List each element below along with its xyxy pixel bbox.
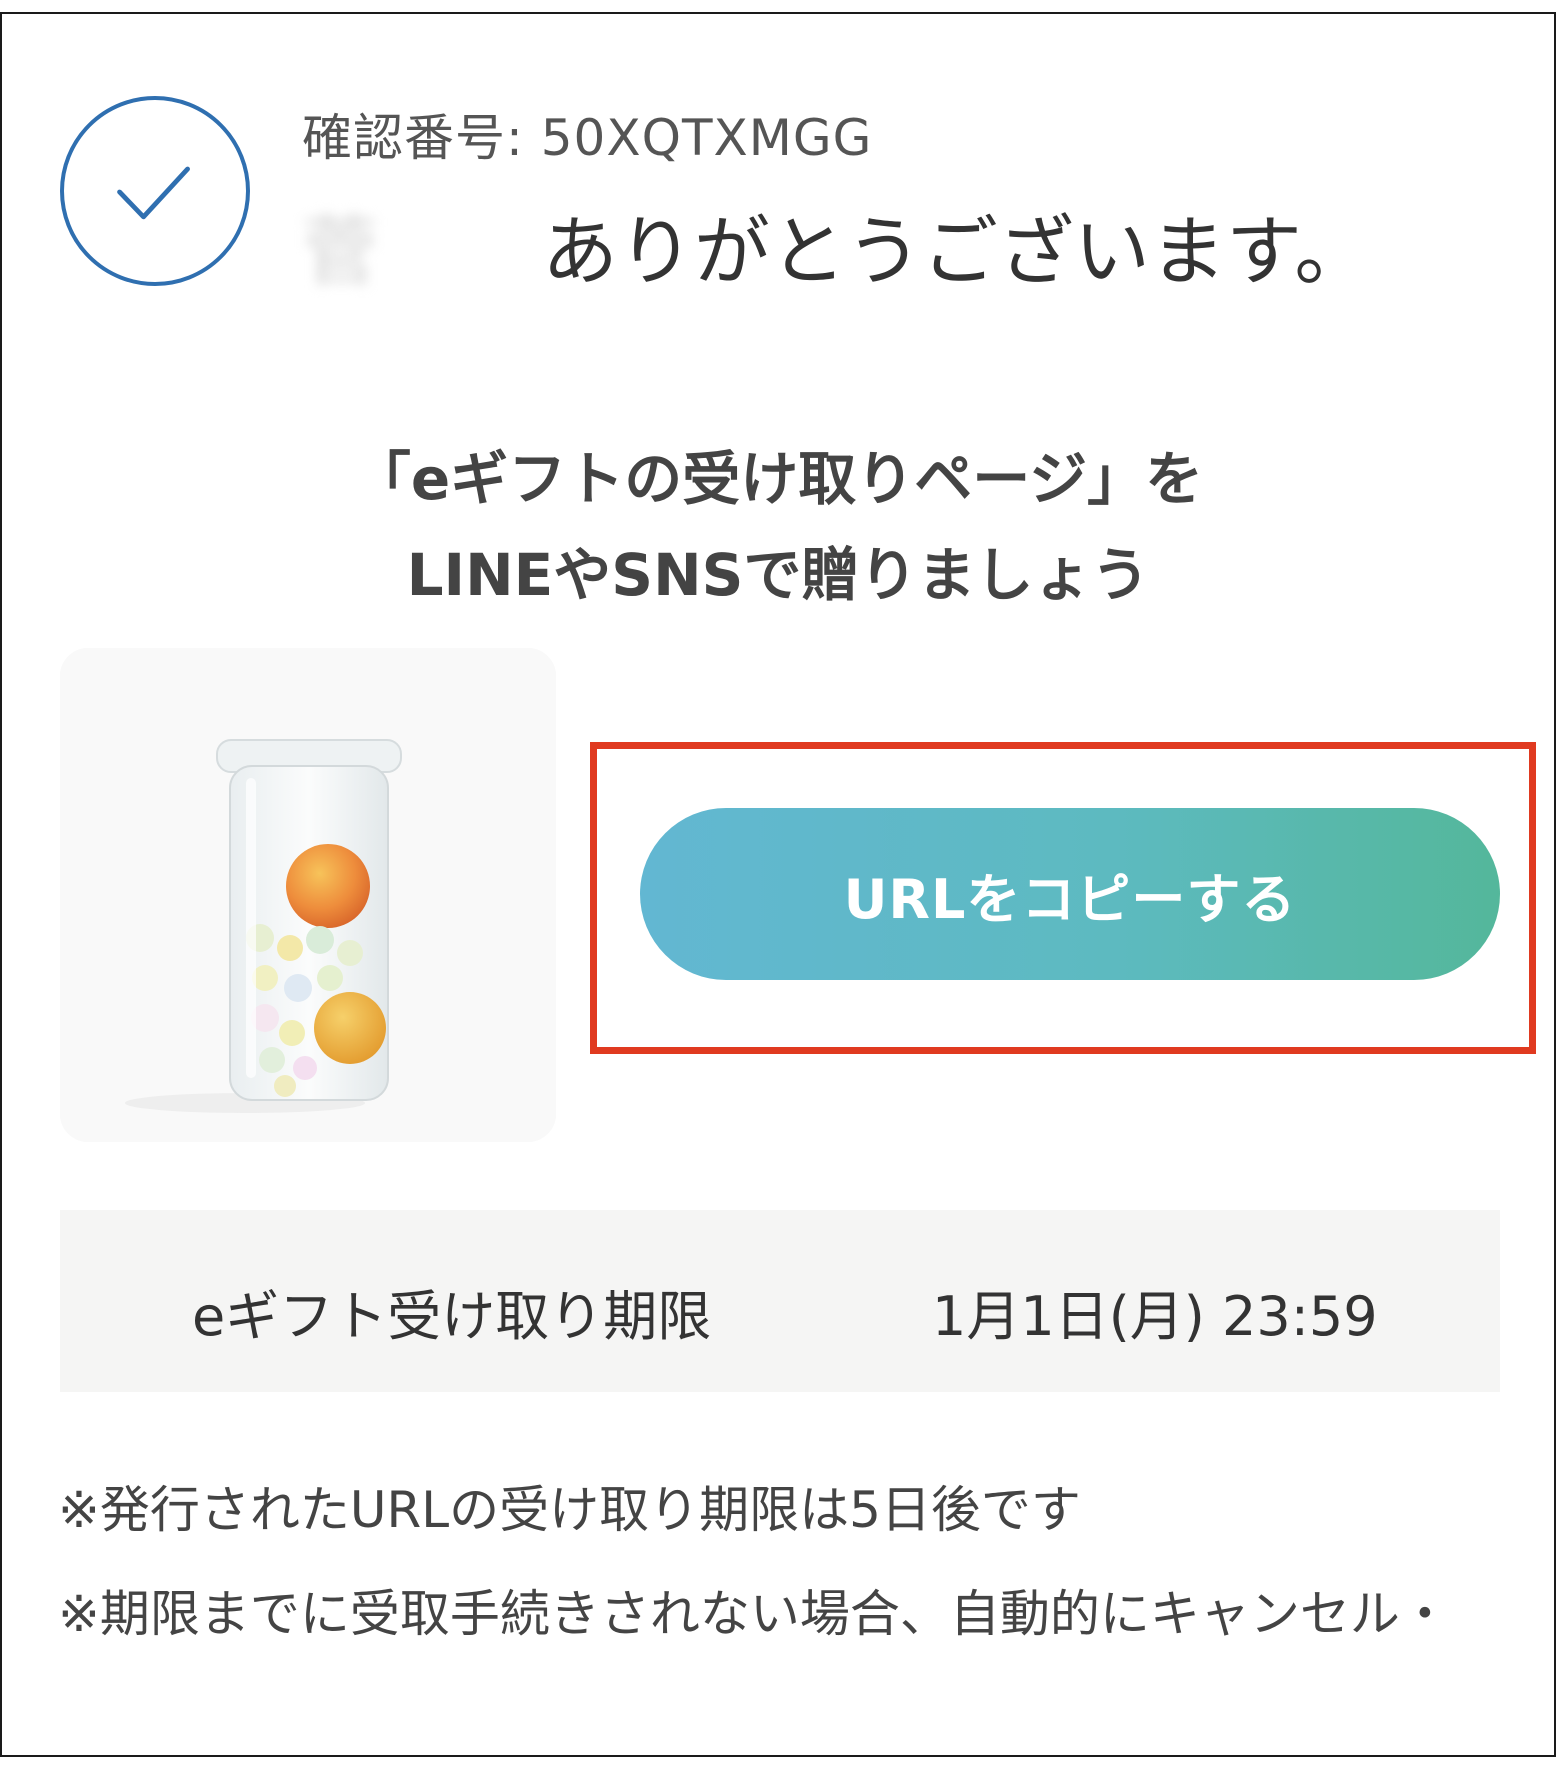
deadline-panel: eギフト受け取り期限 1月1日(月) 23:59 bbox=[60, 1210, 1500, 1392]
note-cancel: ※期限までに受取手続きされない場合、自動的にキャンセル・ bbox=[58, 1585, 1450, 1643]
obscured-name: 菅 bbox=[302, 207, 378, 296]
deadline-label: eギフト受け取り期限 bbox=[192, 1285, 712, 1348]
confirmation-number: 確認番号: 50XQTXMGG bbox=[302, 109, 873, 167]
thanks-message: 菅 ありがとうございます。 bbox=[302, 190, 1370, 300]
share-headline-line1: 「eギフトの受け取りページ」を bbox=[352, 445, 1204, 513]
share-headline-line2: LINEやSNSで贈りましょう bbox=[406, 541, 1150, 609]
check-icon bbox=[60, 96, 250, 286]
product-image bbox=[60, 648, 556, 1142]
note-expiry: ※発行されたURLの受け取り期限は5日後です bbox=[58, 1481, 1081, 1539]
thanks-text: ありがとうございます。 bbox=[542, 207, 1371, 296]
deadline-value: 1月1日(月) 23:59 bbox=[932, 1285, 1378, 1348]
copy-url-button[interactable]: URLをコピーする bbox=[640, 808, 1500, 980]
gift-jar-illustration bbox=[60, 648, 556, 1142]
